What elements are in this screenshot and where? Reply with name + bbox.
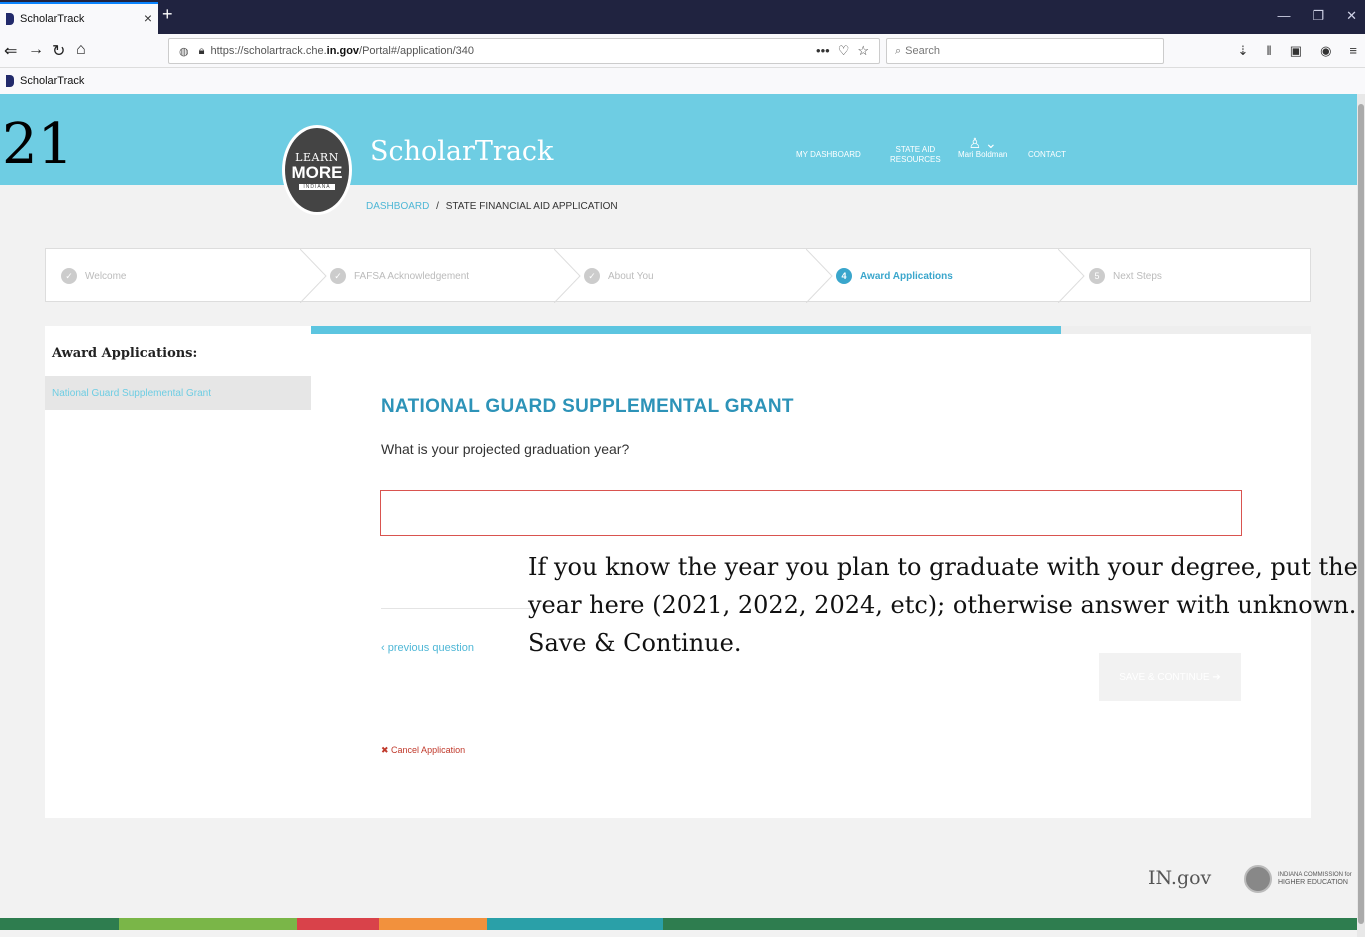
color-bar-segment xyxy=(379,918,487,930)
color-bar-segment xyxy=(487,918,663,930)
graduation-year-input[interactable] xyxy=(380,490,1242,536)
sidebar-icon[interactable]: ▣ xyxy=(1290,43,1302,59)
cancel-application-link[interactable]: ✖ Cancel Application xyxy=(381,745,465,756)
scholartrack-favicon-icon xyxy=(6,75,14,87)
window-controls: — ❐ ✕ xyxy=(1277,8,1357,24)
bookmark-scholartrack[interactable]: ScholarTrack xyxy=(20,75,84,87)
downloads-icon[interactable]: ⇣ xyxy=(1237,43,1248,59)
url-prefix: https://scholartrack.che. xyxy=(210,45,327,57)
color-bar-segment xyxy=(119,918,297,930)
step-divider xyxy=(554,249,581,303)
step-divider xyxy=(806,249,833,303)
nav-state-aid-resources[interactable]: STATE AID RESOURCES xyxy=(890,145,941,165)
step-divider xyxy=(300,249,327,303)
url-bar[interactable]: ◍ 🔒︎ https://scholartrack.che. in.gov/Por… xyxy=(168,38,880,64)
sidebar-item-national-guard[interactable]: National Guard Supplemental Grant xyxy=(45,376,311,410)
question-text: What is your projected graduation year? xyxy=(381,441,630,457)
browser-tab-bar: ScholarTrack × + — ❐ ✕ xyxy=(0,0,1365,34)
close-window-icon[interactable]: ✕ xyxy=(1346,8,1357,24)
step-fafsa-acknowledgement[interactable]: ✓ FAFSA Acknowledgement xyxy=(330,249,469,303)
scrollbar-thumb[interactable] xyxy=(1358,104,1364,924)
new-tab-button[interactable]: + xyxy=(162,4,173,25)
back-icon[interactable]: ⇐ xyxy=(4,41,17,61)
search-placeholder: Search xyxy=(905,45,941,57)
step-next-steps[interactable]: 5 Next Steps xyxy=(1089,249,1162,303)
award-applications-sidebar: Award Applications: National Guard Suppl… xyxy=(45,326,323,818)
lock-icon: 🔒︎ xyxy=(198,44,205,57)
check-icon: ✓ xyxy=(330,268,346,284)
shield-icon: ◍ xyxy=(179,45,189,58)
nav-my-dashboard[interactable]: MY DASHBOARD xyxy=(796,150,861,160)
library-icon[interactable]: ‖ xyxy=(1266,43,1271,59)
browser-nav-bar: ⇐ → ↻ ⌂ ◍ 🔒︎ https://scholartrack.che. in… xyxy=(0,34,1365,68)
nav-contact[interactable]: CONTACT xyxy=(1028,150,1066,160)
color-bar-segment xyxy=(663,918,1357,930)
step-about-you[interactable]: ✓ About You xyxy=(584,249,654,303)
progress-fill xyxy=(311,326,1061,334)
url-domain: in.gov xyxy=(326,45,360,57)
nav-user-menu[interactable]: ♙ ⌄ Mari Boldman xyxy=(958,136,1007,160)
home-icon[interactable]: ⌂ xyxy=(76,41,86,59)
page-scrollbar[interactable] xyxy=(1357,94,1365,937)
instruction-annotation: If you know the year you plan to graduat… xyxy=(528,553,1358,657)
url-path: /Portal#/application/340 xyxy=(359,45,474,57)
application-stepper: ✓ Welcome ✓ FAFSA Acknowledgement ✓ Abou… xyxy=(45,248,1311,303)
step-divider xyxy=(1058,249,1085,303)
site-title[interactable]: ScholarTrack xyxy=(370,136,553,167)
tab-close-icon[interactable]: × xyxy=(144,10,152,26)
progress-bar xyxy=(311,326,1311,334)
footer-color-bar xyxy=(0,918,1357,930)
check-icon: ✓ xyxy=(61,268,77,284)
bookmark-star-icon[interactable]: ☆ xyxy=(857,43,869,59)
page-actions-icon[interactable]: ••• xyxy=(816,43,830,59)
commission-logo[interactable]: INDIANA COMMISSION for HIGHER EDUCATION xyxy=(1278,872,1352,886)
breadcrumb-dashboard[interactable]: DASHBOARD xyxy=(366,201,429,212)
check-icon: ✓ xyxy=(584,268,600,284)
color-bar-segment xyxy=(297,918,379,930)
breadcrumb: DASHBOARD / STATE FINANCIAL AID APPLICAT… xyxy=(366,201,618,212)
in-gov-logo[interactable]: IN.gov xyxy=(1148,867,1211,889)
browser-toolbar: ⇣ ‖ ▣ ◉ ≡ xyxy=(1237,43,1357,59)
pocket-icon[interactable]: ♡ xyxy=(838,43,850,59)
commission-seal-icon xyxy=(1244,865,1272,893)
menu-icon[interactable]: ≡ xyxy=(1349,43,1357,59)
learn-more-indiana-logo[interactable]: LEARN MORE INDIANA xyxy=(282,125,352,215)
color-bar-segment xyxy=(0,918,119,930)
user-icon: ♙ ⌄ xyxy=(968,135,997,151)
account-icon[interactable]: ◉ xyxy=(1320,43,1331,59)
minimize-icon[interactable]: — xyxy=(1277,8,1290,24)
scholartrack-favicon-icon xyxy=(6,13,14,25)
forward-icon[interactable]: → xyxy=(28,41,44,59)
bookmarks-bar: ScholarTrack xyxy=(0,68,1365,94)
breadcrumb-current: STATE FINANCIAL AID APPLICATION xyxy=(445,201,618,212)
tab-title: ScholarTrack xyxy=(20,13,85,25)
page-number: 21 xyxy=(2,112,74,177)
restore-icon[interactable]: ❐ xyxy=(1312,8,1324,24)
search-icon: ⌕ xyxy=(895,44,902,57)
question-title: NATIONAL GUARD SUPPLEMENTAL GRANT xyxy=(381,396,794,417)
divider xyxy=(381,608,531,609)
site-header: ScholarTrack MY DASHBOARD STATE AID RESO… xyxy=(0,94,1357,185)
step-welcome[interactable]: ✓ Welcome xyxy=(61,249,127,303)
reload-icon[interactable]: ↻ xyxy=(52,41,65,61)
sidebar-title: Award Applications: xyxy=(52,346,198,361)
step-award-applications[interactable]: 4 Award Applications xyxy=(836,249,953,303)
browser-search-input[interactable]: ⌕ Search xyxy=(886,38,1164,64)
previous-question-link[interactable]: ‹ previous question xyxy=(381,642,474,654)
browser-tab[interactable]: ScholarTrack × xyxy=(0,2,158,34)
